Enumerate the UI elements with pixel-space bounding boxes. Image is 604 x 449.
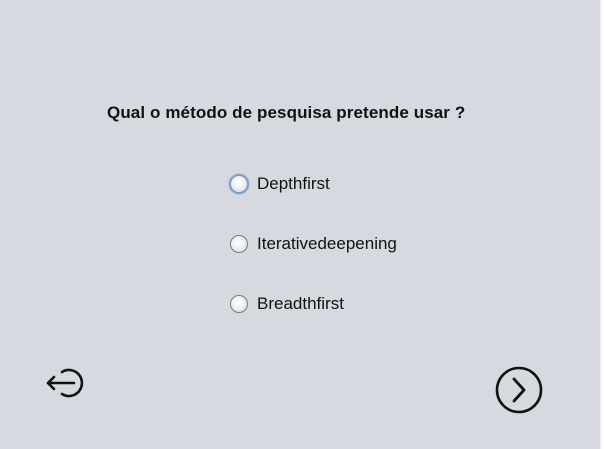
radio-option-iterativedeepening[interactable]: Iterativedeepening [228, 232, 397, 256]
radio-button-depthfirst[interactable] [229, 174, 249, 194]
radio-option-breadthfirst[interactable]: Breadthfirst [228, 292, 344, 316]
radio-label-depthfirst: Depthfirst [257, 174, 330, 193]
chevron-right-circle-icon [495, 366, 543, 414]
radio-button-iterativedeepening[interactable] [230, 235, 248, 253]
radio-label-breadthfirst: Breadthfirst [257, 294, 344, 313]
radio-label-iterativedeepening: Iterativedeepening [257, 234, 397, 253]
app-window: Qual o método de pesquisa pretende usar … [0, 0, 602, 449]
question-label: Qual o método de pesquisa pretende usar … [107, 103, 466, 122]
back-button[interactable] [44, 364, 96, 402]
radio-option-depthfirst[interactable]: Depthfirst [228, 172, 330, 196]
next-button[interactable] [494, 366, 544, 414]
exit-arrow-icon [46, 368, 84, 398]
radio-button-breadthfirst[interactable] [230, 295, 248, 313]
